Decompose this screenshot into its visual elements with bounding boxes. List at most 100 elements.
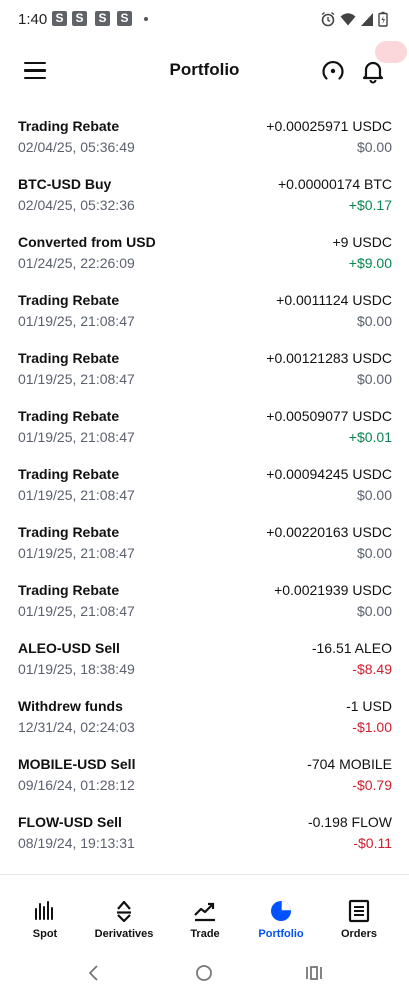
transaction-value: -$1.00 (352, 719, 392, 735)
transaction-amount: +0.00220163 USDC (266, 524, 392, 540)
transaction-row[interactable]: Withdrew funds 12/31/24, 02:24:03 -1 USD… (0, 684, 409, 742)
notification-s-icon: S (72, 11, 87, 26)
transaction-row[interactable]: BTC-USD Buy 02/04/25, 05:32:36 +0.000001… (0, 162, 409, 220)
system-nav-bar (0, 944, 409, 1000)
transaction-value: -$0.79 (352, 777, 392, 793)
transaction-amount: +0.0011124 USDC (276, 292, 392, 308)
tab-trade[interactable]: Trade (165, 875, 245, 945)
transaction-amount: -16.51 ALEO (311, 640, 392, 656)
transaction-name: FLOW-USD Sell (18, 814, 122, 830)
transaction-name: Trading Rebate (18, 582, 120, 598)
derivatives-icon (117, 900, 131, 923)
tab-label: Derivatives (94, 928, 154, 940)
transaction-amount: -704 MOBILE (307, 756, 392, 772)
transaction-row[interactable]: Trading Rebate 01/19/25, 21:08:47 +0.001… (0, 278, 409, 336)
transaction-value: $0.00 (356, 371, 392, 387)
transaction-name: BTC-USD Buy (18, 176, 112, 192)
app-header: Portfolio (0, 40, 409, 100)
transaction-name: Trading Rebate (18, 524, 120, 540)
transaction-name: Trading Rebate (18, 118, 120, 134)
page-title: Portfolio (169, 60, 240, 79)
transaction-row[interactable]: Trading Rebate 01/19/25, 21:08:47 +0.005… (0, 394, 409, 452)
notification-s-icon: S (52, 11, 67, 26)
transaction-datetime: 12/31/24, 02:24:03 (18, 719, 135, 735)
home-icon[interactable] (195, 964, 213, 982)
recents-icon[interactable] (305, 964, 323, 982)
transaction-value: +$0.01 (348, 429, 392, 445)
more-notifications-dot (144, 17, 148, 21)
transaction-amount: +9 USDC (332, 234, 392, 250)
transaction-value: $0.00 (356, 545, 392, 561)
transaction-row[interactable]: Trading Rebate 01/19/25, 21:08:47 +0.002… (0, 568, 409, 626)
transaction-amount: -1 USD (346, 698, 392, 714)
transaction-list: Trading Rebate 02/04/25, 05:36:49 +0.000… (0, 104, 409, 858)
transaction-datetime: 01/19/25, 21:08:47 (18, 603, 135, 619)
transaction-value: $0.00 (356, 313, 392, 329)
bottom-nav: Spot Derivatives Trade Portfolio Orders (0, 874, 409, 945)
transaction-value: $0.00 (356, 603, 392, 619)
transaction-value: +$0.17 (348, 197, 392, 213)
transaction-datetime: 01/24/25, 22:26:09 (18, 255, 135, 271)
transaction-value: +$9.00 (348, 255, 392, 271)
transaction-row[interactable]: Trading Rebate 02/04/25, 05:36:49 +0.000… (0, 104, 409, 162)
transaction-value: $0.00 (356, 139, 392, 155)
transaction-datetime: 01/19/25, 18:38:49 (18, 661, 135, 677)
tab-label: Spot (32, 928, 58, 940)
tab-portfolio[interactable]: Portfolio (241, 875, 321, 945)
portfolio-pie-icon (271, 901, 291, 921)
tab-orders[interactable]: Orders (319, 875, 399, 945)
transaction-datetime: 01/19/25, 21:08:47 (18, 487, 135, 503)
transaction-name: Converted from USD (18, 234, 156, 250)
orders-list-icon (348, 899, 370, 923)
status-time: 1:40 (18, 11, 48, 28)
transaction-value: $0.00 (356, 487, 392, 503)
transaction-datetime: 01/19/25, 21:08:47 (18, 429, 135, 445)
transaction-datetime: 09/16/24, 01:28:12 (18, 777, 135, 793)
signal-icon (361, 13, 373, 26)
transaction-name: Trading Rebate (18, 408, 120, 424)
transaction-name: MOBILE-USD Sell (18, 756, 136, 772)
battery-charging-icon (378, 11, 388, 27)
transaction-amount: +0.00000174 BTC (277, 176, 392, 192)
transaction-datetime: 08/19/24, 19:13:31 (18, 835, 135, 851)
tab-spot[interactable]: Spot (5, 875, 85, 945)
transaction-datetime: 01/19/25, 21:08:47 (18, 545, 135, 561)
tab-label: Portfolio (258, 928, 304, 940)
wifi-icon (340, 13, 356, 26)
transaction-amount: +0.00121283 USDC (266, 350, 392, 366)
transaction-datetime: 02/04/25, 05:36:49 (18, 139, 135, 155)
transaction-amount: -0.198 FLOW (307, 814, 392, 830)
notification-s-icon: S (95, 11, 110, 26)
transaction-amount: +0.00025971 USDC (266, 118, 392, 134)
spot-bars-icon (35, 901, 53, 920)
transaction-value: -$8.49 (352, 661, 392, 677)
notification-badge (375, 41, 407, 63)
status-bar: 1:40 S S S S (0, 0, 409, 40)
trade-trend-icon (194, 902, 215, 922)
back-icon[interactable] (86, 964, 102, 982)
transaction-name: Trading Rebate (18, 466, 120, 482)
transaction-datetime: 01/19/25, 21:08:47 (18, 371, 135, 387)
transaction-datetime: 02/04/25, 05:32:36 (18, 197, 135, 213)
gauge-icon[interactable] (320, 58, 346, 84)
transaction-row[interactable]: MOBILE-USD Sell 09/16/24, 01:28:12 -704 … (0, 742, 409, 800)
transaction-amount: +0.0021939 USDC (274, 582, 392, 598)
transaction-name: Withdrew funds (18, 698, 123, 714)
transaction-row[interactable]: Converted from USD 01/24/25, 22:26:09 +9… (0, 220, 409, 278)
transaction-amount: +0.00094245 USDC (266, 466, 392, 482)
transaction-name: Trading Rebate (18, 292, 120, 308)
transaction-amount: +0.00509077 USDC (266, 408, 392, 424)
transaction-name: Trading Rebate (18, 350, 120, 366)
transaction-row[interactable]: ALEO-USD Sell 01/19/25, 18:38:49 -16.51 … (0, 626, 409, 684)
tab-label: Trade (190, 928, 220, 940)
transaction-row[interactable]: Trading Rebate 01/19/25, 21:08:47 +0.000… (0, 452, 409, 510)
transaction-name: ALEO-USD Sell (18, 640, 120, 656)
alarm-icon (321, 11, 335, 27)
transaction-datetime: 01/19/25, 21:08:47 (18, 313, 135, 329)
transaction-value: -$0.11 (353, 835, 392, 851)
transaction-row[interactable]: Trading Rebate 01/19/25, 21:08:47 +0.002… (0, 510, 409, 568)
notification-s-icon: S (117, 11, 132, 26)
transaction-row[interactable]: FLOW-USD Sell 08/19/24, 19:13:31 -0.198 … (0, 800, 409, 858)
tab-derivatives[interactable]: Derivatives (84, 875, 164, 945)
transaction-row[interactable]: Trading Rebate 01/19/25, 21:08:47 +0.001… (0, 336, 409, 394)
